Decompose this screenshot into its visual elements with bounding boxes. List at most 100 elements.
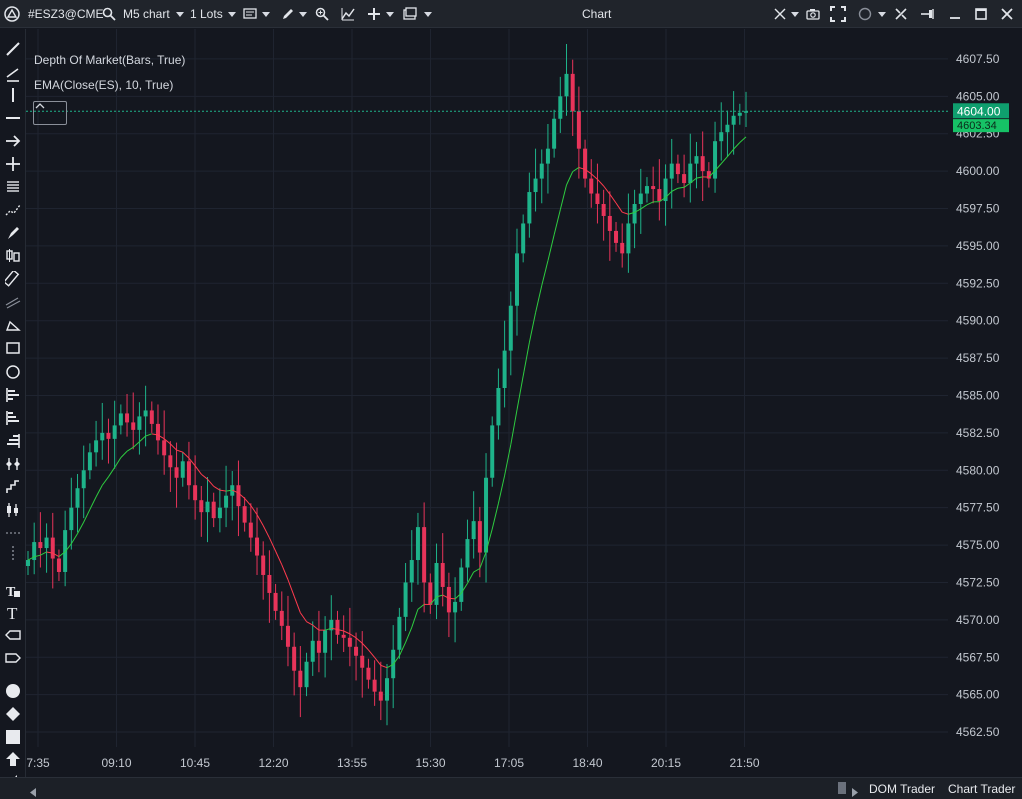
scrollbar-thumb[interactable]: [838, 782, 846, 794]
chevron-down-icon[interactable]: [262, 12, 270, 17]
template-icon[interactable]: [402, 6, 418, 22]
time-tick-label: 12:20: [258, 756, 288, 770]
price-chart[interactable]: 4607.504605.004602.504600.004597.504595.…: [26, 29, 1022, 777]
minimize-icon[interactable]: [947, 6, 963, 22]
position-tool-icon[interactable]: [3, 246, 23, 266]
price-tick-label: 4595.00: [956, 239, 1000, 253]
profile-left-icon[interactable]: [3, 408, 23, 428]
ema-segment: [566, 171, 574, 186]
chevron-down-icon[interactable]: [791, 12, 799, 17]
ema-segment: [275, 550, 283, 565]
vertical-line-icon[interactable]: [3, 85, 23, 105]
candle-body: [87, 452, 92, 471]
chevron-down-icon[interactable]: [228, 12, 236, 17]
horizontal-scrollbar[interactable]: [28, 783, 864, 794]
channel-icon[interactable]: [3, 292, 23, 312]
camera-icon[interactable]: [805, 6, 821, 22]
line-tool-icon[interactable]: [3, 39, 23, 59]
chevron-down-icon[interactable]: [878, 12, 886, 17]
candle-body: [100, 432, 105, 441]
candle-body: [292, 646, 297, 671]
candle-body: [453, 601, 458, 613]
chevron-down-icon[interactable]: [176, 12, 184, 17]
maximize-icon[interactable]: [973, 6, 989, 22]
ellipse-icon[interactable]: [3, 362, 23, 382]
lots-dropdown[interactable]: 1 Lots: [190, 0, 223, 28]
pin-icon[interactable]: [919, 6, 935, 22]
chevron-down-icon[interactable]: [386, 12, 394, 17]
candle-body: [273, 592, 278, 611]
profile-right-icon[interactable]: [3, 431, 23, 451]
scroll-right-icon[interactable]: [852, 784, 858, 799]
step-line-icon[interactable]: [3, 477, 23, 497]
candle-body: [137, 416, 142, 430]
rectangle-icon[interactable]: [3, 338, 23, 358]
volume-profile-icon[interactable]: [3, 385, 23, 405]
fullscreen-icon[interactable]: [830, 6, 846, 22]
arrow-tool-icon[interactable]: [3, 131, 23, 151]
indicator-label-dom[interactable]: Depth Of Market(Bars, True): [34, 53, 185, 67]
search-icon[interactable]: [101, 6, 117, 22]
crosshair-tool-icon[interactable]: [3, 154, 23, 174]
ema-segment: [677, 186, 685, 189]
candle-body: [335, 619, 340, 635]
text-tool-icon[interactable]: T: [3, 603, 23, 623]
ema-segment: [615, 202, 623, 213]
candle-body: [378, 691, 383, 701]
crosshair-icon[interactable]: [772, 6, 788, 22]
square-marker-icon[interactable]: [3, 727, 23, 747]
ruler-icon[interactable]: [3, 269, 23, 289]
candle-body: [459, 567, 464, 602]
triangle-icon[interactable]: [3, 315, 23, 335]
cluster-icon[interactable]: [3, 454, 23, 474]
diamond-marker-icon[interactable]: [3, 704, 23, 724]
candle-tool-icon[interactable]: [3, 500, 23, 520]
candle-body: [583, 148, 588, 179]
link-group-icon[interactable]: [857, 6, 873, 22]
tag-right-icon[interactable]: [3, 648, 23, 668]
candle-body: [539, 163, 544, 179]
collapse-indicators-button[interactable]: [33, 101, 67, 125]
candle-body: [304, 661, 309, 688]
candle-body: [118, 413, 123, 426]
indicator-label-ema[interactable]: EMA(Close(ES), 10, True): [34, 78, 173, 92]
app-logo-icon[interactable]: [4, 6, 20, 22]
ema-segment: [281, 564, 289, 580]
close-icon[interactable]: [999, 6, 1015, 22]
zoom-icon[interactable]: [314, 6, 330, 22]
candle-body: [675, 163, 680, 175]
chart-area[interactable]: 4607.50 4605.00 4602.50 4600.00 4597.50 4595.…: [26, 29, 1022, 777]
circle-marker-icon[interactable]: [3, 681, 23, 701]
ema-segment: [516, 375, 524, 410]
dom-trader-tab[interactable]: DOM Trader: [869, 778, 935, 799]
draw-pencil-icon[interactable]: [280, 6, 296, 22]
chevron-down-icon[interactable]: [299, 12, 307, 17]
tag-left-icon[interactable]: [3, 625, 23, 645]
time-axis: 7:35 09:10 10:45 12:20 13:55 15:30 17:05 18:40 2…: [26, 756, 760, 770]
price-label-icon[interactable]: T: [3, 581, 23, 601]
grip-icon[interactable]: [3, 544, 23, 564]
candle-body: [601, 204, 606, 216]
tools-icon[interactable]: [893, 6, 909, 22]
ema-segment: [553, 209, 561, 236]
arrow-up-marker-icon[interactable]: [3, 749, 23, 769]
candle-body: [638, 193, 643, 205]
brush-icon[interactable]: [3, 223, 23, 243]
candle-body: [180, 461, 185, 478]
timeframe-dropdown[interactable]: M5 chart: [123, 0, 170, 28]
symbol-selector[interactable]: #ESZ3@CME: [28, 0, 104, 28]
fibonacci-icon[interactable]: [3, 177, 23, 197]
chart-trader-tab[interactable]: Chart Trader: [948, 778, 1015, 799]
drawing-toolbar: T T: [0, 29, 26, 799]
add-icon[interactable]: [366, 6, 382, 22]
polyline-icon[interactable]: [3, 200, 23, 220]
chevron-down-icon[interactable]: [424, 12, 432, 17]
horizontal-line-icon[interactable]: [3, 108, 23, 128]
chart-settings-icon[interactable]: [242, 6, 258, 22]
ema-segment: [170, 443, 177, 451]
indicators-icon[interactable]: [340, 6, 356, 22]
ray-tool-icon[interactable]: [3, 65, 23, 85]
candle-body: [490, 425, 495, 478]
candle-body: [694, 156, 699, 164]
last-price-label: 4604.00: [957, 104, 1001, 118]
